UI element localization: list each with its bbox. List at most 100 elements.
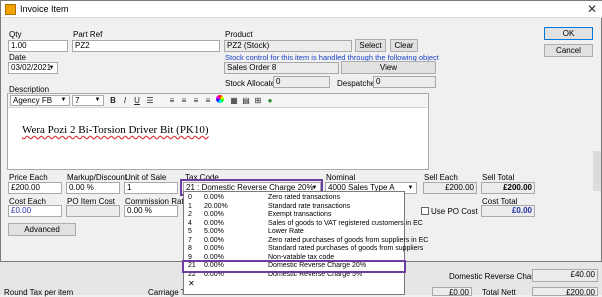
stock-allocated-label: Stock Allocated — [225, 79, 280, 88]
unit-of-sale-input[interactable]: 1 — [124, 182, 178, 194]
tax-code-option-description: Zero rated transactions — [268, 194, 340, 201]
tax-code-option[interactable]: 0 0.00% Zero rated transactions — [184, 194, 404, 203]
tax-code-option[interactable]: 7 0.00% Zero rated purchases of goods from… — [184, 236, 428, 246]
description-text: Wera Pozi 2 Bi-Torsion Driver Bit (PK10) — [22, 124, 209, 136]
chevron-down-icon[interactable]: ▼ — [47, 63, 56, 73]
tax-code-option-code: 5 — [188, 228, 192, 235]
title-bar: Invoice Item ✕ — [1, 1, 602, 18]
tax-code-option-description: Domestic Reverse Charge 20% — [268, 262, 367, 269]
date-picker[interactable]: 03/02/2021 ▼ — [8, 62, 58, 74]
sales-order-field: Sales Order 8 — [224, 62, 339, 74]
ok-button[interactable]: OK — [544, 27, 593, 40]
part-ref-label: Part Ref — [73, 30, 103, 39]
bullet-list-icon[interactable]: ☰ — [145, 95, 155, 106]
tax-code-option-rate: 0.00% — [204, 270, 224, 278]
underline-button[interactable]: U — [132, 95, 142, 106]
price-each-input[interactable]: £200.00 — [8, 182, 62, 194]
background-reverse-charge-value: £40.00 — [532, 269, 598, 282]
advanced-button[interactable]: Advanced — [8, 223, 76, 236]
sell-total-label: Sell Total — [482, 173, 515, 182]
despatched-field: 0 — [373, 76, 436, 88]
font-select[interactable]: Agency FB ▼ — [10, 95, 70, 106]
app-icon — [5, 4, 16, 15]
qty-input[interactable]: 1.00 — [8, 40, 68, 52]
justify-icon[interactable]: ≡ — [203, 95, 213, 106]
chevron-down-icon[interactable]: ▼ — [93, 96, 102, 105]
window-title: Invoice Item — [20, 4, 69, 14]
use-po-cost-checkbox[interactable] — [421, 207, 429, 215]
tax-code-option-rate: 0.00% — [204, 245, 224, 252]
font-size-select[interactable]: 7 ▼ — [72, 95, 104, 106]
cancel-button[interactable]: Cancel — [544, 44, 593, 57]
date-value: 03/02/2021 — [11, 63, 52, 72]
tax-code-option-code: 0 — [188, 194, 192, 201]
cost-total-field: £0.00 — [481, 205, 535, 217]
tax-code-option-rate: 0.00% — [204, 262, 224, 269]
align-right-icon[interactable]: ≡ — [191, 95, 201, 106]
tax-code-option-rate: 5.00% — [204, 228, 224, 235]
product-field: PZ2 (Stock) — [224, 40, 352, 52]
tax-code-option-rate: 0.00% — [204, 194, 224, 201]
tax-code-option[interactable]: 21 0.00% Domestic Reverse Charge 20% — [182, 260, 406, 273]
price-each-label: Price Each — [9, 173, 48, 182]
color-picker-icon[interactable] — [215, 95, 225, 106]
chevron-down-icon[interactable]: ▼ — [59, 96, 68, 105]
markup-input[interactable]: 0.00 % — [66, 182, 120, 194]
unit-of-sale-label: Unit of Sale — [125, 173, 167, 182]
bold-button[interactable]: B — [108, 95, 118, 106]
tax-code-option-description: Exempt transactions — [268, 211, 332, 218]
font-size-value: 7 — [75, 96, 80, 105]
right-scrollbar[interactable] — [593, 151, 601, 191]
table-icon[interactable]: ▤ — [241, 95, 251, 106]
tax-code-option-description: Standard rate transactions — [268, 202, 351, 210]
link-icon[interactable]: ⊞ — [253, 95, 263, 106]
part-ref-input[interactable]: PZ2 — [72, 40, 220, 52]
tax-code-option[interactable]: 22 0.00% Domestic Reverse Charge 5% — [184, 271, 404, 280]
tax-code-option-rate: 20.00% — [204, 202, 228, 210]
tax-code-option-rate: 0.00% — [204, 219, 224, 227]
tax-code-option-code: 7 — [188, 236, 192, 244]
image-icon[interactable]: ▦ — [229, 95, 239, 106]
tax-code-option-code: 8 — [188, 245, 192, 252]
tax-code-option[interactable]: 5 5.00% Lower Rate — [184, 228, 404, 237]
clear-button[interactable]: Clear — [390, 39, 418, 52]
po-item-cost-field — [66, 205, 120, 217]
sell-each-label: Sell Each — [424, 173, 458, 182]
tax-code-option-description: Standard rated purchases of goods from s… — [268, 245, 424, 252]
tax-code-option-code: 2 — [188, 211, 192, 218]
cost-each-input[interactable]: £0.00 — [8, 205, 62, 217]
tax-code-option[interactable]: 2 0.00% Exempt transactions — [184, 211, 404, 220]
description-editor[interactable]: Agency FB ▼ 7 ▼ B I U ☰ ≡ ≡ ≡ ≡ ▦ ▤ ⊞ ● … — [7, 93, 429, 170]
editor-toolbar: Agency FB ▼ 7 ▼ B I U ☰ ≡ ≡ ≡ ≡ ▦ ▤ ⊞ ● — [8, 94, 428, 108]
background-total-nett-label: Total Nett — [482, 288, 516, 297]
tax-code-option[interactable]: 9 0.00% Non-vatable tax code — [184, 254, 404, 263]
commission-input[interactable]: 0.00 % — [124, 205, 178, 217]
background-reverse-charge-label: Domestic Reverse Charge — [449, 272, 543, 281]
italic-button[interactable]: I — [120, 95, 130, 106]
sell-total-field: £200.00 — [481, 182, 535, 194]
tax-code-option[interactable]: 8 0.00% Standard rated purchases of goods … — [184, 245, 423, 254]
select-button[interactable]: Select — [355, 39, 386, 52]
tax-code-option-code: 1 — [188, 202, 192, 210]
date-label: Date — [9, 53, 26, 62]
tax-code-option-description: Sales of goods to VAT registered custome… — [268, 219, 423, 227]
tax-code-option-description: Domestic Reverse Charge 5% — [268, 270, 363, 278]
tax-code-dropdown[interactable]: 0 0.00% Zero rated transactions 1 20.00% Stan… — [182, 191, 428, 295]
tax-code-option-description: Lower Rate — [268, 228, 304, 235]
hyperlink-icon[interactable]: ● — [265, 95, 275, 106]
tax-code-option-code: 21 — [188, 262, 196, 269]
chevron-down-icon[interactable]: ▼ — [406, 183, 415, 193]
stock-allocated-field: 0 — [273, 76, 330, 88]
view-button[interactable]: View — [341, 61, 436, 74]
tax-code-option-description: Zero rated purchases of goods from suppl… — [268, 236, 429, 244]
background-round-tax-label: Round Tax per item — [4, 288, 74, 297]
tax-code-option-rate: 0.00% — [204, 236, 224, 244]
align-center-icon[interactable]: ≡ — [179, 95, 189, 106]
tax-code-option[interactable]: 1 20.00% Standard rate transactions — [184, 203, 404, 212]
close-icon[interactable]: ✕ — [587, 2, 597, 16]
tax-code-option[interactable]: 4 0.00% Sales of goods to VAT registered c… — [184, 219, 423, 229]
nominal-label: Nominal — [326, 173, 356, 182]
dropdown-close-icon[interactable]: ✕ — [188, 280, 195, 288]
sell-each-field: £200.00 — [423, 182, 477, 194]
align-left-icon[interactable]: ≡ — [167, 95, 177, 106]
